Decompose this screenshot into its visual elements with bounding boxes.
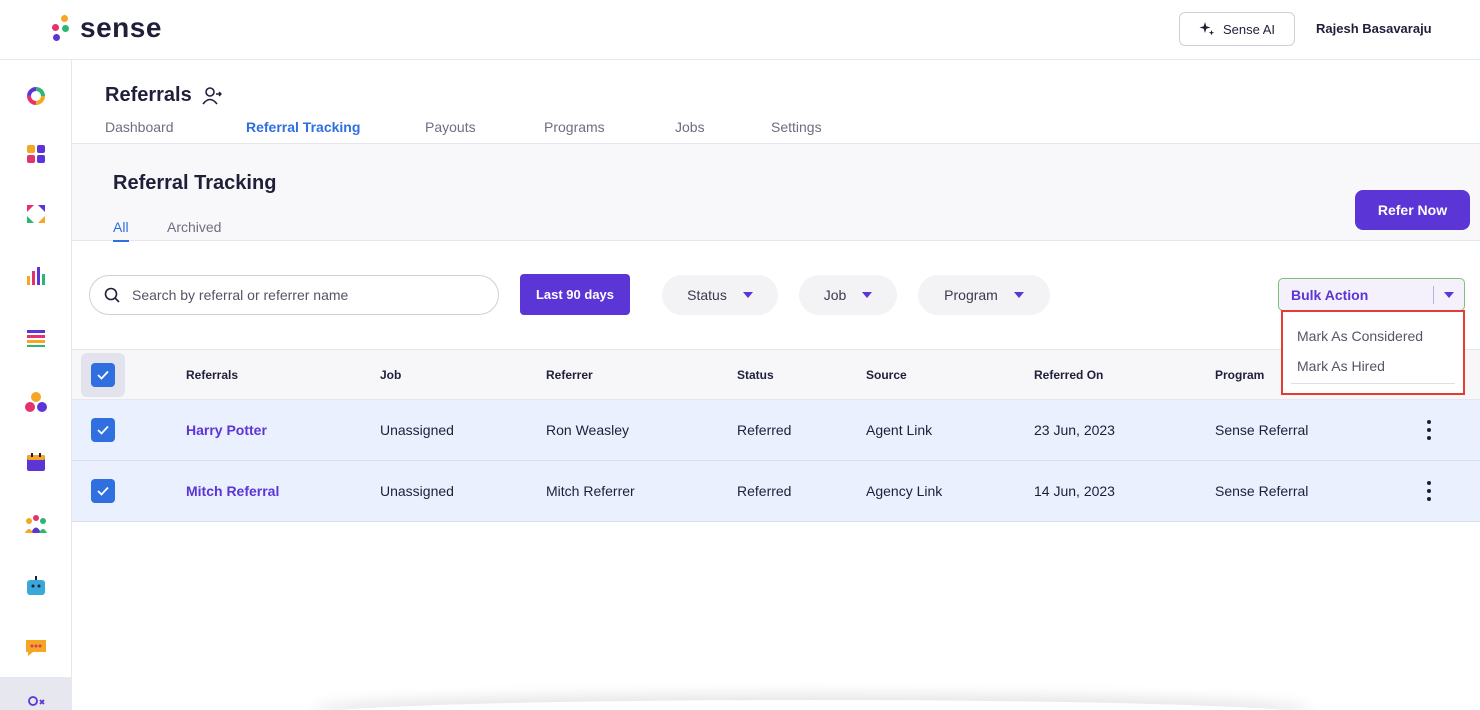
apps-grid-icon[interactable]	[24, 142, 48, 166]
cell-source: Agency Link	[866, 483, 943, 499]
top-bar: sense Sense AI Rajesh Basavaraju	[0, 0, 1480, 60]
panel-header: Referral Tracking All Archived Refer Now	[72, 144, 1480, 242]
logo-dots-icon	[50, 13, 72, 43]
tab-programs[interactable]: Programs	[544, 119, 605, 135]
sidebar-item-referrals[interactable]	[0, 677, 72, 710]
ring-logo-icon[interactable]	[24, 84, 48, 108]
check-icon	[97, 486, 109, 496]
bar-chart-icon[interactable]	[24, 264, 48, 288]
table-header: Referrals Job Referrer Status Source Ref…	[72, 349, 1480, 400]
bot-icon[interactable]	[24, 574, 48, 598]
arrows-icon[interactable]	[24, 202, 48, 226]
menu-item-mark-hired[interactable]: Mark As Hired	[1297, 358, 1385, 374]
tab-referral-tracking[interactable]: Referral Tracking	[246, 119, 360, 135]
subtab-all[interactable]: All	[113, 219, 129, 242]
caret-down-icon	[742, 292, 753, 298]
caret-down-icon	[862, 292, 873, 298]
sense-ai-button[interactable]: Sense AI	[1179, 12, 1295, 46]
row-more-icon[interactable]	[1425, 420, 1433, 440]
cell-source: Agent Link	[866, 422, 933, 438]
referral-tracking-panel: Referral Tracking All Archived Refer Now…	[72, 144, 1480, 710]
column-referrals[interactable]: Referrals	[186, 368, 238, 382]
sense-ai-label: Sense AI	[1222, 21, 1276, 37]
search-icon	[104, 287, 120, 303]
referral-name-link[interactable]: Mitch Referral	[186, 483, 279, 499]
bulk-action-menu: Mark As Considered Mark As Hired	[1281, 310, 1465, 395]
column-source[interactable]: Source	[866, 368, 907, 382]
bulk-action-label: Bulk Action	[1291, 286, 1369, 303]
tab-payouts[interactable]: Payouts	[425, 119, 476, 135]
select-all-checkbox[interactable]	[91, 363, 115, 387]
cell-program: Sense Referral	[1215, 483, 1309, 499]
sparkle-icon	[1199, 22, 1215, 36]
sidebar	[0, 60, 72, 710]
check-icon	[97, 425, 109, 435]
program-filter[interactable]: Program	[918, 275, 1050, 315]
row-checkbox[interactable]	[91, 418, 115, 442]
user-referral-icon	[202, 86, 222, 105]
tab-settings[interactable]: Settings	[771, 119, 822, 135]
table-row[interactable]: Mitch Referral Unassigned Mitch Referrer…	[72, 461, 1480, 522]
page-header: Referrals Dashboard Referral Tracking Pa…	[72, 60, 1480, 144]
page-title-text: Referrals	[105, 84, 192, 106]
column-referrer[interactable]: Referrer	[546, 368, 593, 382]
cell-referrer: Ron Weasley	[546, 422, 630, 438]
bottom-window-shadow	[312, 700, 1312, 710]
row-more-icon[interactable]	[1425, 481, 1433, 501]
cell-status: Referred	[737, 483, 792, 499]
people-icon[interactable]	[24, 512, 48, 536]
referral-name-link[interactable]: Harry Potter	[186, 422, 267, 438]
search-input[interactable]	[132, 287, 472, 303]
cell-job: Unassigned	[380, 422, 454, 438]
date-range-button[interactable]: Last 90 days	[520, 274, 630, 315]
status-filter[interactable]: Status	[662, 275, 778, 315]
caret-down-icon	[1013, 292, 1024, 298]
subtab-archived[interactable]: Archived	[167, 219, 221, 235]
menu-item-mark-considered[interactable]: Mark As Considered	[1297, 328, 1423, 344]
cell-referrer: Mitch Referrer	[546, 483, 635, 499]
referrals-icon	[28, 696, 45, 706]
nodes-icon[interactable]	[24, 390, 48, 414]
column-status[interactable]: Status	[737, 368, 774, 382]
bulk-action-toggle[interactable]	[1434, 291, 1464, 298]
column-job[interactable]: Job	[380, 368, 401, 382]
caret-down-icon	[1444, 291, 1454, 298]
status-filter-label: Status	[687, 287, 727, 303]
brand-name: sense	[80, 12, 162, 43]
search-box[interactable]	[89, 275, 499, 315]
check-icon	[97, 370, 109, 380]
list-icon[interactable]	[24, 326, 48, 350]
menu-divider	[1291, 383, 1455, 384]
calendar-icon[interactable]	[24, 450, 48, 474]
page-title: Referrals	[105, 84, 222, 107]
job-filter-label: Job	[823, 287, 847, 303]
cell-program: Sense Referral	[1215, 422, 1309, 438]
chat-icon[interactable]	[24, 636, 48, 660]
column-program[interactable]: Program	[1215, 368, 1264, 382]
user-name[interactable]: Rajesh Basavaraju	[1316, 21, 1432, 36]
brand-logo[interactable]: sense	[50, 12, 162, 44]
refer-now-button[interactable]: Refer Now	[1355, 190, 1470, 230]
job-filter[interactable]: Job	[799, 275, 897, 315]
column-referred-on[interactable]: Referred On	[1034, 368, 1103, 382]
cell-referred-on: 14 Jun, 2023	[1034, 483, 1115, 499]
cell-status: Referred	[737, 422, 792, 438]
program-filter-label: Program	[944, 287, 998, 303]
table-row[interactable]: Harry Potter Unassigned Ron Weasley Refe…	[72, 400, 1480, 461]
panel-title: Referral Tracking	[113, 172, 277, 194]
tab-dashboard[interactable]: Dashboard	[105, 119, 174, 135]
row-checkbox[interactable]	[91, 479, 115, 503]
cell-referred-on: 23 Jun, 2023	[1034, 422, 1115, 438]
tab-jobs[interactable]: Jobs	[675, 119, 705, 135]
bulk-action-dropdown[interactable]: Bulk Action	[1278, 278, 1465, 311]
cell-job: Unassigned	[380, 483, 454, 499]
